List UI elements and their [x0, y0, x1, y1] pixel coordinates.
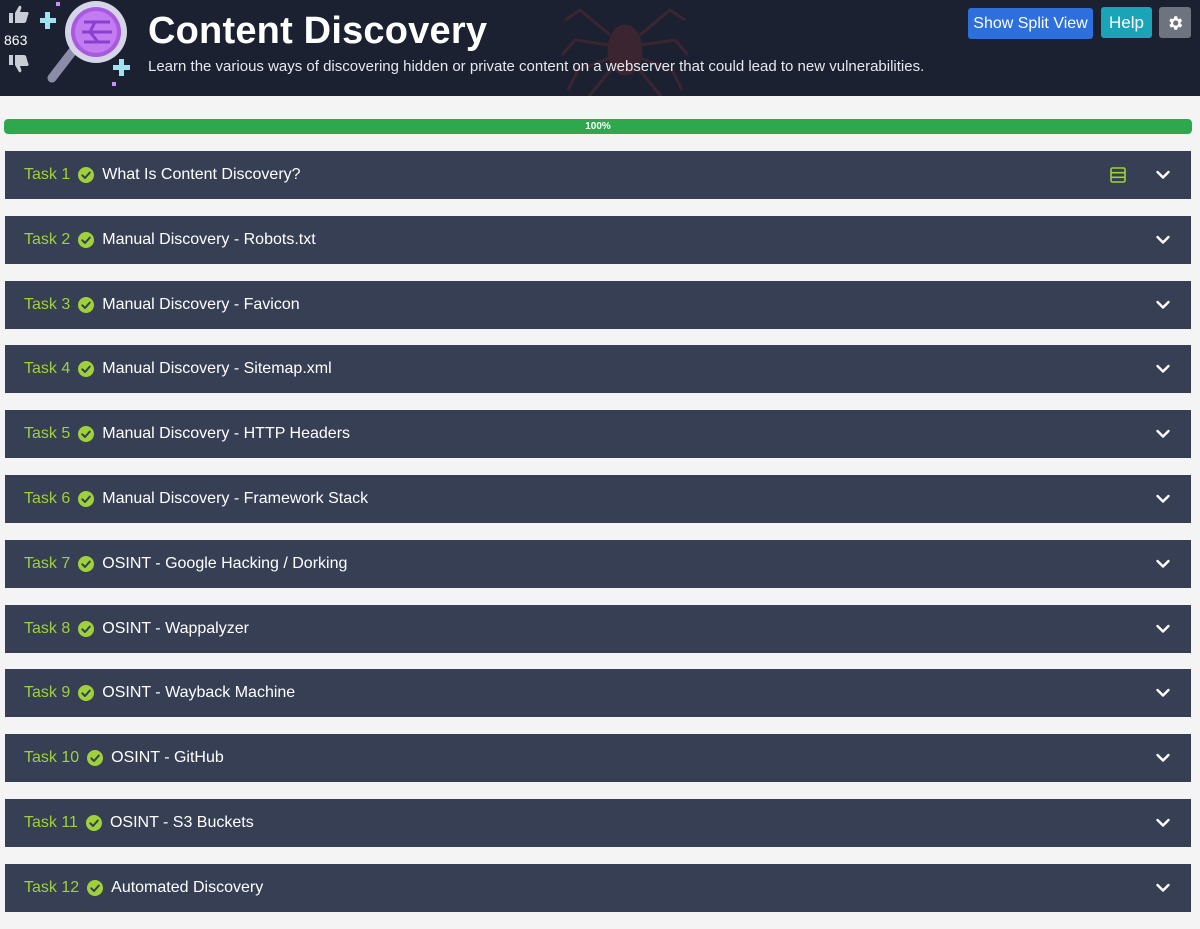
room-subtitle: Learn the various ways of discovering hi…: [148, 58, 925, 75]
chevron-down-icon[interactable]: [1155, 815, 1171, 831]
task-title: Manual Discovery - HTTP Headers: [102, 425, 351, 443]
chevron-down-icon[interactable]: [1155, 556, 1171, 572]
task-title: OSINT - Wayback Machine: [102, 684, 296, 702]
settings-button[interactable]: [1159, 7, 1191, 38]
task-number: Task 9: [24, 684, 71, 702]
chevron-down-icon[interactable]: [1155, 491, 1171, 507]
room-logo-magnifier-icon: [40, 1, 130, 86]
task-row[interactable]: Task 6 Manual Discovery - Framework Stack: [5, 474, 1191, 523]
task-row[interactable]: Task 4 Manual Discovery - Sitemap.xml: [5, 345, 1191, 394]
task-row[interactable]: Task 11 OSINT - S3 Buckets: [5, 798, 1191, 847]
chevron-down-icon[interactable]: [1155, 685, 1171, 701]
gear-icon: [1169, 15, 1183, 30]
chevron-down-icon[interactable]: [1155, 167, 1171, 183]
progress-fill: 100%: [4, 119, 1192, 134]
chevron-down-icon[interactable]: [1155, 880, 1171, 896]
room-header: 863 Content Discovery Learn the various …: [0, 0, 1200, 96]
chevron-down-icon[interactable]: [1155, 426, 1171, 442]
task-list: Task 1 What Is Content Discovery? Task 2 Ma…: [5, 151, 1191, 929]
task-title: Manual Discovery - Robots.txt: [102, 230, 316, 248]
chevron-down-icon[interactable]: [1155, 750, 1171, 766]
task-row[interactable]: Task 9 OSINT - Wayback Machine: [5, 669, 1191, 718]
task-number: Task 4: [24, 360, 71, 378]
check-circle-icon: [87, 879, 104, 896]
task-number: Task 12: [24, 878, 80, 896]
thumbs-down-icon[interactable]: [8, 54, 30, 74]
task-number: Task 10: [24, 749, 80, 767]
thumbs-up-icon[interactable]: [8, 4, 30, 24]
task-number: Task 5: [24, 425, 71, 443]
chevron-down-icon[interactable]: [1155, 361, 1171, 377]
task-title: Manual Discovery - Framework Stack: [102, 489, 369, 507]
task-number: Task 8: [24, 619, 71, 637]
check-circle-icon: [78, 490, 95, 507]
task-row[interactable]: Task 7 OSINT - Google Hacking / Dorking: [5, 539, 1191, 588]
vote-panel: 863: [4, 4, 34, 74]
task-number: Task 3: [24, 295, 71, 313]
check-circle-icon: [78, 620, 95, 637]
task-title: Manual Discovery - Favicon: [102, 295, 300, 313]
task-title: OSINT - GitHub: [111, 749, 224, 767]
task-number: Task 1: [24, 166, 71, 183]
check-circle-icon: [78, 361, 95, 378]
progress-label: 100%: [585, 121, 611, 132]
check-circle-icon: [78, 296, 95, 313]
room-progress-bar: 100%: [4, 119, 1192, 134]
check-circle-icon: [85, 814, 102, 831]
notes-icon[interactable]: [1109, 166, 1127, 184]
task-row[interactable]: Task 1 What Is Content Discovery?: [5, 151, 1191, 199]
task-row[interactable]: Task 12 Automated Discovery: [5, 863, 1191, 912]
task-row[interactable]: Task 10 OSINT - GitHub: [5, 734, 1191, 783]
spider-background-icon: [560, 8, 690, 96]
help-button[interactable]: Help: [1101, 7, 1152, 38]
task-title: OSINT - S3 Buckets: [109, 813, 254, 831]
check-circle-icon: [78, 426, 95, 443]
room-title: Content Discovery: [148, 10, 488, 52]
check-circle-icon: [87, 750, 104, 767]
task-title: Automated Discovery: [111, 878, 264, 896]
check-circle-icon: [78, 685, 95, 702]
task-number: Task 7: [24, 554, 71, 572]
task-row[interactable]: Task 5 Manual Discovery - HTTP Headers: [5, 410, 1191, 459]
task-title: OSINT - Google Hacking / Dorking: [102, 554, 348, 572]
task-title: What Is Content Discovery?: [102, 166, 301, 183]
task-title: Manual Discovery - Sitemap.xml: [102, 360, 332, 378]
check-circle-icon: [78, 167, 95, 183]
task-number: Task 11: [24, 813, 78, 831]
task-row[interactable]: Task 2 Manual Discovery - Robots.txt: [5, 215, 1191, 264]
task-number: Task 2: [24, 230, 71, 248]
task-title: OSINT - Wappalyzer: [102, 619, 249, 637]
check-circle-icon: [78, 555, 95, 572]
task-row[interactable]: Task 3 Manual Discovery - Favicon: [5, 280, 1191, 329]
check-circle-icon: [78, 231, 95, 248]
show-split-view-button[interactable]: Show Split View: [968, 8, 1093, 39]
chevron-down-icon[interactable]: [1155, 232, 1171, 248]
chevron-down-icon[interactable]: [1155, 621, 1171, 637]
vote-count: 863: [4, 32, 28, 48]
task-number: Task 6: [24, 489, 71, 507]
task-row[interactable]: Task 8 OSINT - Wappalyzer: [5, 604, 1191, 653]
chevron-down-icon[interactable]: [1155, 297, 1171, 313]
